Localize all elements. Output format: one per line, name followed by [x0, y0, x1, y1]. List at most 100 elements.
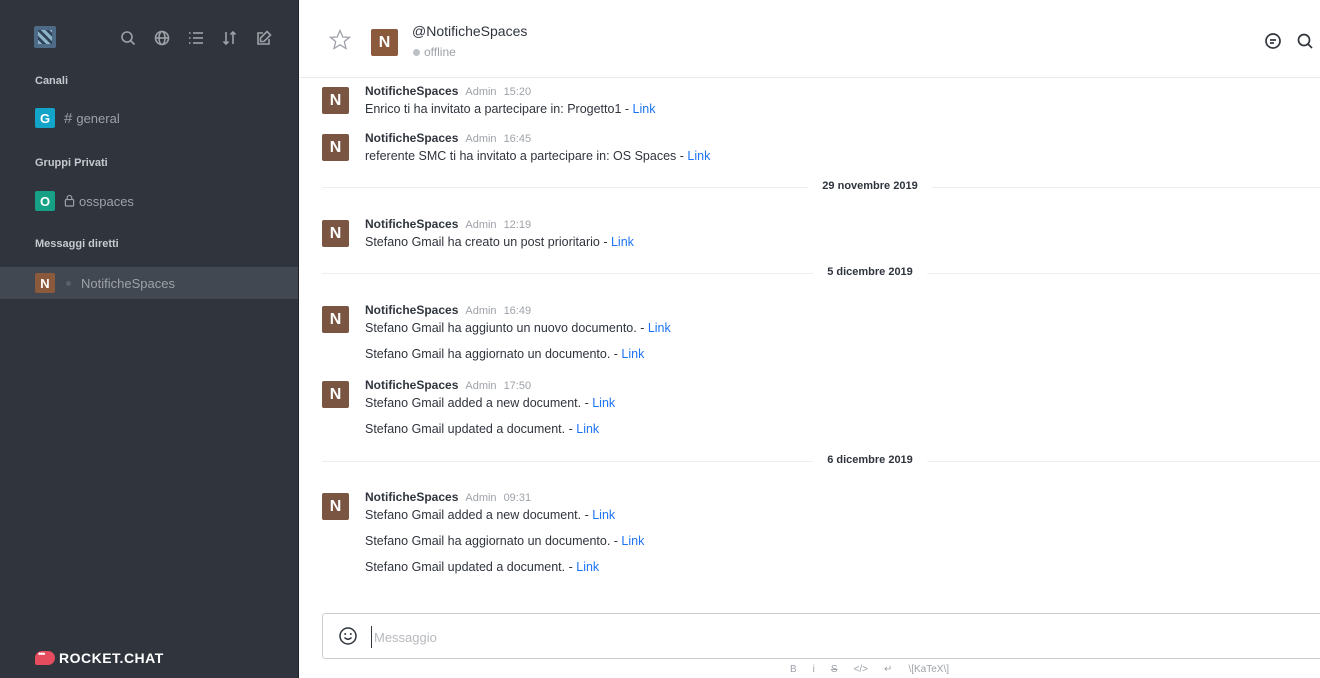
- message-line: Stefano Gmail added a new document. -: [365, 508, 593, 522]
- sidebar-item-osspaces[interactable]: O osspaces: [0, 185, 298, 217]
- message-line: Stefano Gmail ha aggiornato un documento…: [365, 534, 622, 548]
- search-messages-icon[interactable]: [1296, 32, 1314, 50]
- message-input[interactable]: [371, 626, 1271, 648]
- message-header: NotificheSpaces Admin 16:49: [365, 303, 531, 317]
- group-avatar: O: [35, 191, 55, 211]
- message-link[interactable]: Link: [576, 422, 599, 436]
- sidebar-item-notifichespaces[interactable]: N NotificheSpaces: [0, 267, 298, 299]
- message-avatar[interactable]: N: [322, 381, 349, 408]
- message-text: Stefano Gmail ha creato un post priorita…: [365, 235, 634, 249]
- sidebar: Canali G # general Gruppi Privati O ossp…: [0, 0, 299, 678]
- message-text: Stefano Gmail added a new document. - Li…: [365, 508, 615, 522]
- message-username[interactable]: NotificheSpaces: [365, 303, 458, 317]
- message-line: Stefano Gmail added a new document. -: [365, 396, 593, 410]
- message-header: NotificheSpaces Admin 12:19: [365, 217, 531, 231]
- date-label: 6 dicembre 2019: [813, 454, 927, 466]
- emoji-icon[interactable]: [338, 626, 358, 646]
- message[interactable]: N NotificheSpaces Admin 16:45 referente …: [322, 131, 1312, 173]
- dm-avatar: N: [35, 273, 55, 293]
- message-link[interactable]: Link: [592, 396, 615, 410]
- role-badge: Admin: [465, 219, 497, 231]
- message-line: Stefano Gmail ha creato un post priorita…: [365, 235, 611, 249]
- message-composer: [322, 613, 1320, 659]
- message[interactable]: N NotificheSpaces Admin 15:20 Enrico ti …: [322, 84, 1312, 126]
- message-link[interactable]: Link: [621, 347, 644, 361]
- section-title-direct-messages: Messaggi diretti: [35, 238, 119, 250]
- message-time: 16:45: [503, 133, 532, 145]
- message-link[interactable]: Link: [576, 560, 599, 574]
- message-username[interactable]: NotificheSpaces: [365, 217, 458, 231]
- message-time: 17:50: [503, 380, 532, 392]
- sidebar-item-label: general: [76, 110, 120, 126]
- room-status: offline: [413, 45, 456, 59]
- message-link[interactable]: Link: [633, 102, 656, 116]
- message-text: Stefano Gmail updated a document. - Link: [365, 422, 599, 436]
- room-title: @NotificheSpaces: [412, 23, 528, 39]
- user-avatar[interactable]: [34, 26, 56, 48]
- date-divider: 29 novembre 2019: [322, 180, 1320, 192]
- bold-button[interactable]: B: [790, 664, 797, 675]
- date-label: 5 dicembre 2019: [813, 266, 927, 278]
- search-icon[interactable]: [118, 28, 138, 48]
- message[interactable]: N NotificheSpaces Admin 17:50 Stefano Gm…: [322, 378, 1312, 446]
- message-text: Enrico ti ha invitato a partecipare in: …: [365, 102, 655, 116]
- sidebar-item-general[interactable]: G # general: [0, 102, 298, 134]
- message-text: Stefano Gmail added a new document. - Li…: [365, 396, 615, 410]
- message-avatar[interactable]: N: [322, 87, 349, 114]
- message-username[interactable]: NotificheSpaces: [365, 84, 458, 98]
- message-link[interactable]: Link: [648, 321, 671, 335]
- star-icon[interactable]: [328, 28, 352, 52]
- message-link[interactable]: Link: [621, 534, 644, 548]
- date-label: 29 novembre 2019: [808, 180, 932, 192]
- message-avatar[interactable]: N: [322, 220, 349, 247]
- code-button[interactable]: </>: [854, 664, 868, 675]
- message-time: 16:49: [503, 305, 532, 317]
- message-line: Stefano Gmail ha aggiornato un documento…: [365, 347, 622, 361]
- message-text: referente SMC ti ha invitato a partecipa…: [365, 149, 710, 163]
- message-username[interactable]: NotificheSpaces: [365, 490, 458, 504]
- message-list: N NotificheSpaces Admin 15:20 Enrico ti …: [300, 78, 1320, 608]
- message[interactable]: N NotificheSpaces Admin 16:49 Stefano Gm…: [322, 303, 1312, 371]
- globe-icon[interactable]: [152, 28, 172, 48]
- section-title-channels: Canali: [35, 75, 69, 87]
- message-link[interactable]: Link: [592, 508, 615, 522]
- discussion-icon[interactable]: [1264, 32, 1282, 50]
- room-header: N @NotificheSpaces offline: [300, 0, 1320, 78]
- italic-button[interactable]: i: [813, 664, 815, 675]
- message-text: Stefano Gmail ha aggiornato un documento…: [365, 534, 644, 548]
- message-text: Stefano Gmail updated a document. - Link: [365, 560, 599, 574]
- message-line: Stefano Gmail ha aggiunto un nuovo docum…: [365, 321, 648, 335]
- multiline-button[interactable]: ↵: [884, 664, 892, 675]
- status-dot: [413, 48, 420, 56]
- message-link[interactable]: Link: [687, 149, 710, 163]
- role-badge: Admin: [465, 86, 497, 98]
- brand-footer: ROCKET.CHAT: [35, 649, 164, 666]
- katex-button[interactable]: \[KaTeX\]: [908, 664, 949, 675]
- message-header: NotificheSpaces Admin 16:45: [365, 131, 531, 145]
- message-link[interactable]: Link: [611, 235, 634, 249]
- list-icon[interactable]: [186, 28, 206, 48]
- message[interactable]: N NotificheSpaces Admin 12:19 Stefano Gm…: [322, 217, 1312, 259]
- message[interactable]: N NotificheSpaces Admin 09:31 Stefano Gm…: [322, 490, 1312, 584]
- message-avatar[interactable]: N: [322, 306, 349, 333]
- sort-icon[interactable]: [220, 28, 240, 48]
- hash-icon: #: [64, 109, 73, 127]
- main-panel: N @NotificheSpaces offline N NotificheSp…: [300, 0, 1320, 678]
- message-header: NotificheSpaces Admin 15:20: [365, 84, 531, 98]
- sidebar-item-label: osspaces: [79, 193, 134, 209]
- message-username[interactable]: NotificheSpaces: [365, 378, 458, 392]
- message-username[interactable]: NotificheSpaces: [365, 131, 458, 145]
- edit-icon[interactable]: [254, 28, 274, 48]
- date-divider: 5 dicembre 2019: [322, 266, 1320, 278]
- message-avatar[interactable]: N: [322, 134, 349, 161]
- message-time: 09:31: [503, 492, 532, 504]
- strike-button[interactable]: S: [831, 664, 838, 675]
- message-avatar[interactable]: N: [322, 493, 349, 520]
- role-badge: Admin: [465, 492, 497, 504]
- rocket-chat-logo-icon: [35, 649, 55, 665]
- message-line: referente SMC ti ha invitato a partecipa…: [365, 149, 688, 163]
- status-dot: [66, 280, 71, 286]
- message-header: NotificheSpaces Admin 17:50: [365, 378, 531, 392]
- role-badge: Admin: [465, 380, 497, 392]
- message-time: 12:19: [503, 219, 532, 231]
